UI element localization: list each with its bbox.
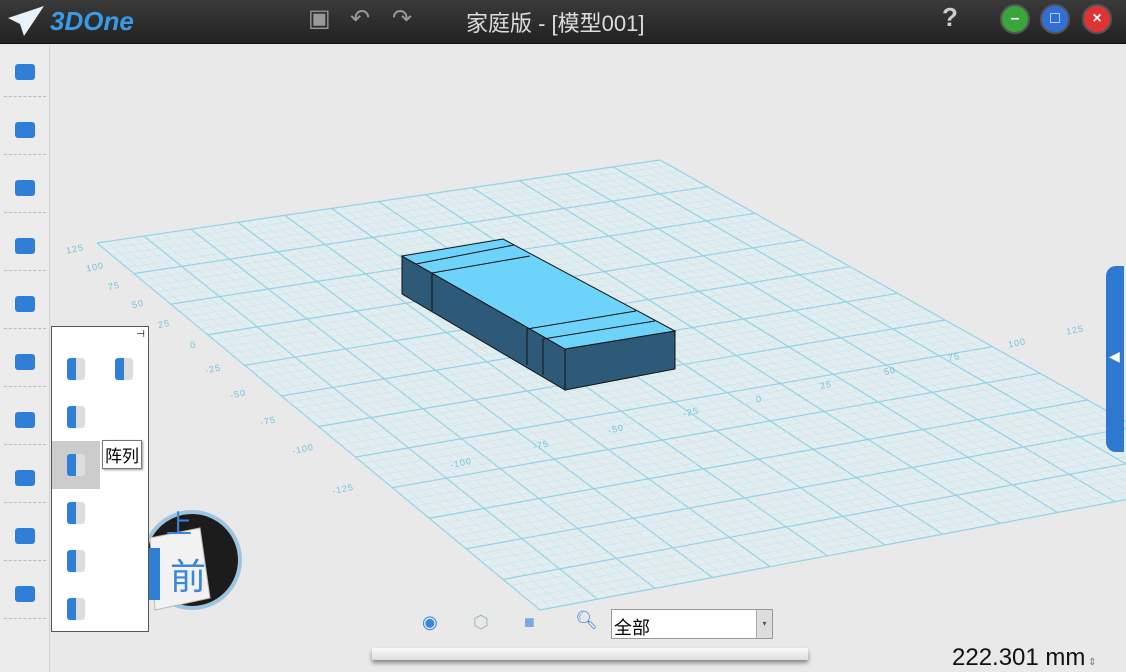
measurement-readout: 222.301 mm ⇕	[952, 644, 1097, 672]
cube-face-front[interactable]: 前	[170, 548, 206, 600]
filter-value: 全部	[614, 618, 650, 638]
filter-select[interactable]: 全部 ▾	[611, 609, 773, 639]
sidebar-item-group[interactable]	[4, 453, 46, 503]
view-navigation-cube[interactable]: 上 前	[140, 488, 242, 632]
panel-item-shell[interactable]	[52, 537, 100, 585]
close-button[interactable]: ×	[1082, 4, 1112, 34]
paper-plane-icon	[8, 6, 44, 36]
basic-solid-icon	[15, 63, 35, 80]
panel-item-split[interactable]	[52, 585, 100, 633]
extrude-icon	[67, 358, 85, 380]
sidebar-item-adsorption[interactable]	[4, 395, 46, 445]
sidebar-item-basic-solid[interactable]	[4, 47, 46, 97]
app-logo: 3DOne	[6, 4, 134, 38]
panel-item-pull-face[interactable]	[52, 393, 100, 441]
spin-icon[interactable]: ⇕	[1085, 657, 1096, 668]
sidebar-item-combine[interactable]	[4, 279, 46, 329]
bottom-shelf	[372, 648, 808, 660]
shell-icon	[67, 550, 85, 572]
expand-right-panel-button[interactable]: ◀	[1106, 266, 1124, 452]
tooltip: 阵列	[102, 440, 142, 469]
panel-item-mirror[interactable]	[52, 489, 100, 537]
logo-text: 3DOne	[50, 5, 134, 36]
feature-flyout-panel: ⊣	[51, 326, 149, 632]
move-icon	[15, 353, 35, 370]
window-title: 家庭版 - [模型001]	[466, 11, 645, 36]
pin-icon[interactable]: ⊣	[136, 329, 145, 340]
panel-item-array[interactable]	[52, 441, 100, 489]
material-icon	[15, 585, 35, 602]
special-features-icon	[15, 237, 35, 254]
mirror-icon	[67, 502, 85, 524]
left-toolbar	[0, 45, 50, 672]
chevron-down-icon[interactable]: ▾	[756, 610, 772, 638]
split-icon	[67, 598, 85, 620]
array-icon	[67, 454, 85, 476]
sidebar-item-move[interactable]	[4, 337, 46, 387]
minimize-button[interactable]: –	[1000, 4, 1030, 34]
sidebar-item-special-features[interactable]	[4, 221, 46, 271]
combine-icon	[15, 295, 35, 312]
sidebar-item-distance-measure[interactable]	[4, 511, 46, 561]
zoom-fit-icon[interactable]: 🔍︎	[575, 610, 598, 631]
eye-icon[interactable]: ◉	[422, 612, 438, 633]
help-button[interactable]: ?	[942, 2, 958, 33]
sidebar-item-material[interactable]	[4, 569, 46, 619]
adsorption-icon	[15, 411, 35, 428]
pull-face-icon	[67, 406, 85, 428]
twist-icon	[115, 358, 133, 380]
cube-face-top[interactable]: 上	[166, 504, 192, 541]
panel-item-twist[interactable]	[100, 345, 148, 393]
measurement-value: 222.301 mm	[952, 644, 1086, 671]
maximize-button[interactable]: □	[1040, 4, 1070, 34]
save-icon[interactable]: ▣	[308, 4, 331, 33]
chevron-left-icon: ◀	[1109, 348, 1120, 364]
sketch-edit-icon	[15, 179, 35, 196]
sketch-icon	[15, 121, 35, 138]
redo-icon[interactable]: ↷	[392, 4, 412, 33]
sidebar-item-sketch-edit[interactable]	[4, 163, 46, 213]
title-bar: 3DOne ▣ ↶ ↷ 家庭版 - [模型001] ? – □ ×	[0, 0, 1126, 44]
sidebar-item-sketch[interactable]	[4, 105, 46, 155]
solid-cube-icon[interactable]: ■	[524, 612, 535, 633]
group-icon	[15, 469, 35, 486]
undo-icon[interactable]: ↶	[350, 4, 370, 33]
panel-item-extrude[interactable]	[52, 345, 100, 393]
distance-measure-icon	[15, 527, 35, 544]
wireframe-cube-icon[interactable]: ⬡	[473, 612, 489, 633]
